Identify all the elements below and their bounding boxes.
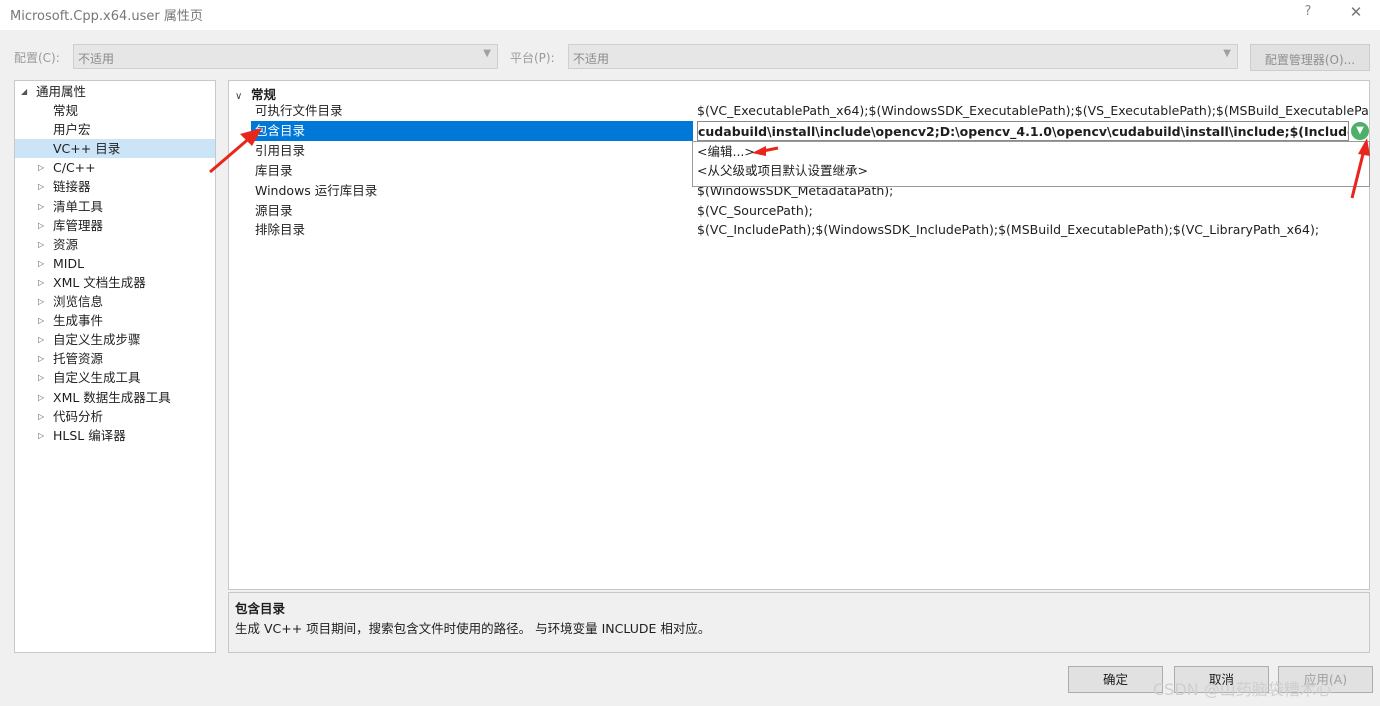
arrow-to-include-row — [209, 128, 262, 174]
arrow-to-dropdown-button — [1350, 138, 1370, 199]
annotation-arrows — [209, 128, 1370, 199]
arrow-to-edit-option — [752, 146, 779, 156]
